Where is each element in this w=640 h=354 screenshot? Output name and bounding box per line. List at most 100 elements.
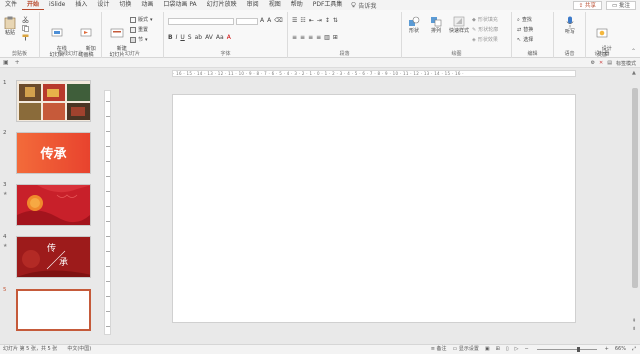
display-label: 显示设置: [458, 346, 479, 352]
slide-3-preview[interactable]: [16, 184, 91, 226]
tab-file[interactable]: 文件: [0, 0, 22, 10]
font-color-icon[interactable]: A: [227, 34, 231, 41]
tab-slideshow[interactable]: 幻灯片放映: [202, 0, 242, 10]
font-family-select[interactable]: [168, 18, 234, 25]
prev-slide-icon[interactable]: ⇞: [632, 318, 636, 324]
shape-fill-button[interactable]: ◆ 形状填充: [472, 16, 498, 24]
slide-sorter-icon[interactable]: ⊞: [496, 345, 500, 354]
notes-button[interactable]: ≡ 备注: [431, 345, 447, 354]
slideshow-icon[interactable]: ▷: [515, 345, 519, 354]
quick-styles-button[interactable]: 快速样式: [448, 16, 470, 34]
slide-1-preview[interactable]: [16, 80, 91, 122]
grow-font-icon[interactable]: A: [260, 17, 264, 24]
italic-icon[interactable]: I: [176, 34, 178, 41]
underline-icon[interactable]: U: [180, 34, 184, 41]
dictate-button[interactable]: 听写: [559, 16, 581, 35]
bold-icon[interactable]: B: [168, 34, 173, 41]
slide-number: 4: [3, 234, 7, 240]
zoom-in-icon[interactable]: +: [605, 345, 609, 354]
effect-icon: ◈: [472, 36, 476, 43]
zoom-out-icon[interactable]: −: [524, 345, 528, 354]
tab-pocket-animation[interactable]: 口袋动画 PA: [158, 0, 201, 10]
group-online-slides: 在线 幻灯片 新加 动画稿 在线幻灯片: [40, 12, 102, 58]
smartart-icon[interactable]: ⊞: [333, 34, 338, 41]
replace-button[interactable]: ⇄ 替换: [517, 26, 533, 34]
pen-icon: ✎: [472, 26, 477, 33]
next-slide-icon[interactable]: ⇟: [632, 326, 636, 332]
close-icon[interactable]: ✕: [599, 60, 603, 66]
decrease-indent-icon[interactable]: ⇤: [309, 17, 314, 24]
tab-animations[interactable]: 动画: [136, 0, 158, 10]
comment-button[interactable]: ▭ 批注: [606, 0, 636, 10]
notes-label: 备注: [436, 346, 447, 352]
layout-button[interactable]: 版式 ▾: [130, 16, 153, 23]
vertical-scrollbar[interactable]: ▲ ⇞ ⇟: [632, 70, 638, 336]
select-button[interactable]: ↖ 选择: [517, 36, 533, 44]
reading-view-icon[interactable]: ▯: [506, 345, 509, 354]
language-status[interactable]: 中文(中国): [67, 345, 91, 354]
tab-view[interactable]: 视图: [264, 0, 286, 10]
zoom-slider-knob[interactable]: [576, 347, 580, 352]
display-settings-button[interactable]: ▭ 显示设置: [453, 345, 479, 354]
shapes-button[interactable]: 形状: [404, 16, 424, 34]
normal-view-icon[interactable]: ▣: [485, 345, 490, 354]
scroll-up-icon[interactable]: ▲: [632, 70, 636, 76]
chevron-down-icon: ▾: [150, 16, 153, 23]
slide-canvas[interactable]: [172, 94, 576, 323]
paste-button[interactable]: 粘贴: [2, 16, 18, 36]
tab-design[interactable]: 设计: [92, 0, 114, 10]
tab-islide[interactable]: iSlide: [44, 0, 70, 10]
shadow-icon[interactable]: ab: [195, 34, 203, 41]
find-button[interactable]: ⌕ 查找: [517, 16, 532, 24]
arrange-button[interactable]: 排列: [426, 16, 446, 34]
scrollbar-thumb[interactable]: [632, 88, 638, 288]
tell-me-box[interactable]: 告诉我: [351, 1, 376, 10]
section-button[interactable]: 节 ▾: [130, 36, 148, 43]
section-label: 节: [138, 37, 144, 43]
tab-pdf-tools[interactable]: PDF工具集: [308, 0, 348, 10]
columns-icon[interactable]: ▥: [324, 34, 330, 41]
strikethrough-icon[interactable]: S: [188, 34, 192, 41]
paragraph-group-label: 段落: [339, 51, 350, 57]
horizontal-scrollbar[interactable]: [104, 336, 630, 342]
copy-icon[interactable]: [22, 25, 29, 32]
zoom-slider[interactable]: [536, 347, 597, 352]
slide-5-preview[interactable]: [16, 289, 91, 331]
settings-icon[interactable]: ⚙: [591, 60, 595, 66]
zoom-level[interactable]: 66%: [615, 345, 626, 354]
slide-4-preview[interactable]: 传 承: [16, 236, 91, 278]
increase-indent-icon[interactable]: ⇥: [317, 17, 322, 24]
slide-2-preview[interactable]: 传承: [16, 132, 91, 174]
format-painter-icon[interactable]: [22, 34, 29, 41]
justify-icon[interactable]: ≡: [316, 34, 321, 41]
align-right-icon[interactable]: ≡: [308, 34, 313, 41]
font-size-select[interactable]: [236, 18, 258, 25]
align-left-icon[interactable]: ≡: [292, 34, 297, 41]
add-icon[interactable]: +: [15, 59, 20, 66]
text-direction-icon[interactable]: ⇅: [333, 17, 338, 24]
tab-review[interactable]: 审阅: [242, 0, 264, 10]
collapse-ribbon-icon[interactable]: ⌃: [631, 48, 636, 55]
save-icon[interactable]: ▣: [3, 59, 9, 66]
shape-outline-button[interactable]: ✎ 形状轮廓: [472, 26, 498, 34]
clear-format-icon[interactable]: ⌫: [274, 17, 282, 24]
align-center-icon[interactable]: ≡: [300, 34, 305, 41]
shape-effect-button[interactable]: ◈ 形状效果: [472, 36, 498, 44]
tab-home[interactable]: 开始: [22, 0, 45, 10]
font-group-label: 字体: [220, 51, 231, 57]
share-button[interactable]: ⇪ 共享: [572, 0, 603, 10]
line-spacing-icon[interactable]: ↕: [325, 17, 330, 24]
fit-window-icon[interactable]: ⤢: [632, 345, 636, 354]
numbering-icon[interactable]: ☷: [300, 17, 305, 24]
tab-transitions[interactable]: 切换: [114, 0, 136, 10]
char-spacing-icon[interactable]: AV: [205, 34, 213, 41]
tab-insert[interactable]: 插入: [70, 0, 92, 10]
tab-mode-icon[interactable]: ▤: [607, 60, 612, 66]
bullets-icon[interactable]: ☰: [292, 17, 297, 24]
reset-button[interactable]: 重置: [130, 26, 148, 33]
arrange-label: 排列: [430, 28, 441, 34]
shrink-font-icon[interactable]: A: [267, 17, 271, 24]
change-case-icon[interactable]: Aa: [216, 34, 224, 41]
cut-icon[interactable]: [22, 16, 29, 23]
tab-help[interactable]: 帮助: [286, 0, 308, 10]
